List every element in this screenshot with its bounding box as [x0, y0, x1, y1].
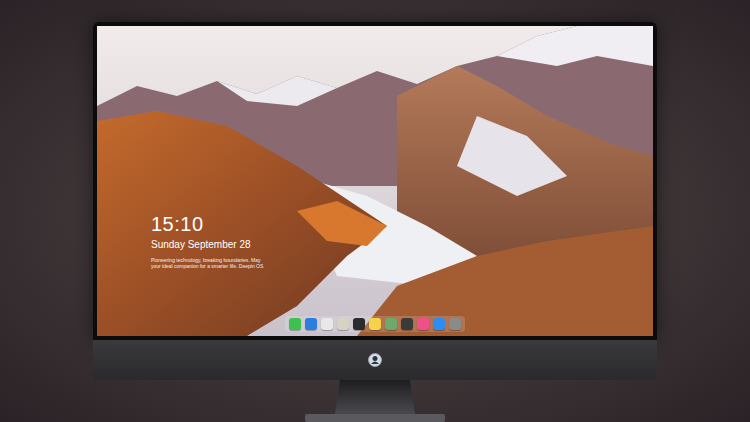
app-icon[interactable]	[289, 318, 301, 330]
desktop-screen: 15:10 Sunday September 28 Pioneering tec…	[97, 26, 653, 336]
logo-icon	[368, 353, 382, 367]
clock-date: Sunday September 28	[151, 238, 263, 251]
app-icon[interactable]	[449, 318, 461, 330]
mockup: 15:10 Sunday September 28 Pioneering tec…	[0, 0, 750, 422]
app-icon[interactable]	[385, 318, 397, 330]
app-icon[interactable]	[305, 318, 317, 330]
app-icon[interactable]	[369, 318, 381, 330]
dock	[285, 316, 465, 332]
wallpaper	[97, 26, 653, 336]
clock-widget: 15:10 Sunday September 28 Pioneering tec…	[151, 212, 263, 269]
app-icon[interactable]	[337, 318, 349, 330]
app-icon[interactable]	[353, 318, 365, 330]
app-icon[interactable]	[401, 318, 413, 330]
monitor-chin	[93, 340, 657, 380]
tagline-line: your ideal companion for a smarter life.…	[151, 263, 263, 269]
app-icon[interactable]	[433, 318, 445, 330]
monitor-bezel: 15:10 Sunday September 28 Pioneering tec…	[93, 22, 657, 340]
dock-area	[97, 316, 653, 332]
tagline-line: Pioneering technology, breaking boundari…	[151, 257, 263, 263]
app-icon[interactable]	[417, 318, 429, 330]
tagline: Pioneering technology, breaking boundari…	[151, 257, 263, 269]
clock-time: 15:10	[151, 212, 263, 236]
monitor-stand	[285, 380, 465, 422]
app-icon[interactable]	[321, 318, 333, 330]
